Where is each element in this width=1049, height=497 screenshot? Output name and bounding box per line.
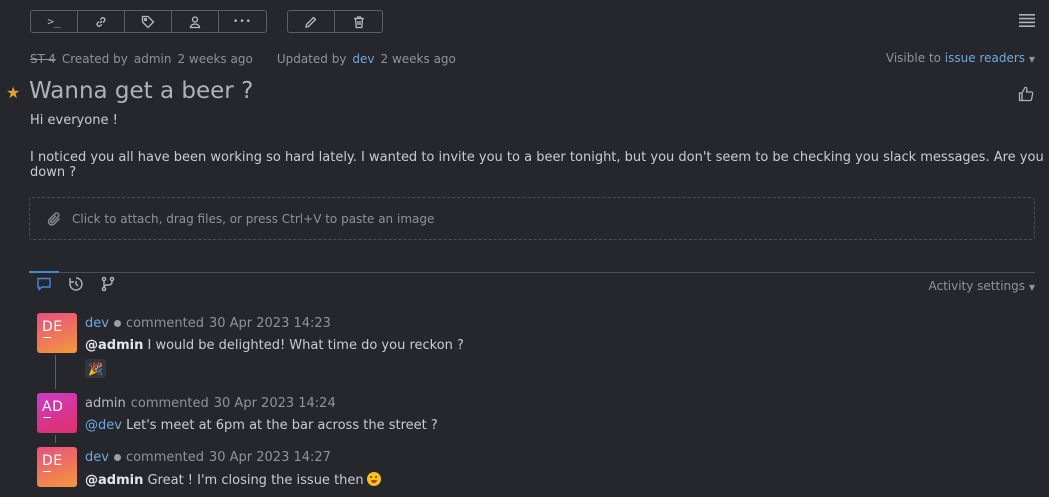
created-when: 2 weeks ago (177, 52, 253, 66)
avatar-underline (43, 337, 51, 338)
assign-user-button[interactable] (172, 11, 219, 32)
command-button[interactable]: >_ (31, 11, 78, 32)
avatar-initials: DE (42, 453, 63, 469)
avatar-initials: DE (42, 319, 63, 335)
chevron-down-icon: ▼ (1028, 283, 1035, 292)
actions-group: >_ ••• (30, 10, 267, 33)
delete-icon (353, 15, 364, 28)
comment-time[interactable]: 30 Apr 2023 14:23 (209, 316, 331, 331)
active-tab-indicator (29, 271, 59, 273)
more-button[interactable]: ••• (219, 11, 266, 32)
thread-line (55, 435, 56, 443)
comment-time[interactable]: 30 Apr 2023 14:27 (209, 450, 331, 465)
avatar-underline (43, 471, 51, 472)
mention[interactable]: @dev (85, 418, 122, 433)
visibility-control[interactable]: Visible to issue readers ▼ (886, 51, 1035, 65)
thumbs-up-icon[interactable] (1018, 86, 1034, 102)
activity-settings-label: Activity settings (928, 279, 1026, 293)
comment-text: Great ! I'm closing the issue then (143, 473, 364, 488)
issue-toolbar: >_ ••• (30, 10, 383, 33)
star-icon[interactable]: ★ (6, 83, 20, 102)
edit-group (287, 10, 383, 33)
attachment-dropzone[interactable]: Click to attach, drag files, or press Ct… (29, 197, 1035, 240)
vcs-tab-icon[interactable] (100, 276, 116, 292)
created-label: Created by (61, 52, 128, 66)
issue-meta: ST-4 Created by admin 2 weeks ago Update… (30, 52, 456, 66)
description-line: I noticed you all have been working so h… (30, 150, 1044, 180)
history-tab-icon[interactable] (68, 276, 84, 292)
reaction-emoji: 🎉 (88, 361, 103, 376)
comment-body: @admin I would be delighted! What time d… (85, 338, 464, 353)
tongue-emoji-icon (366, 472, 381, 486)
comments-tab-icon[interactable] (36, 276, 52, 292)
mention[interactable]: @admin (85, 473, 143, 488)
more-icon: ••• (233, 16, 252, 27)
activity-settings-button[interactable]: Activity settings ▼ (928, 279, 1035, 293)
updated-by[interactable]: dev (352, 52, 374, 66)
updated-label: Updated by (276, 52, 347, 66)
comment-author[interactable]: dev (85, 316, 109, 331)
avatar[interactable]: DE (37, 313, 77, 353)
avatar-underline (43, 417, 51, 418)
visible-value[interactable]: issue readers (945, 51, 1025, 65)
tag-button[interactable] (125, 11, 172, 32)
comment-header: dev commented 30 Apr 2023 14:27 (85, 450, 331, 465)
comment-body: @admin Great ! I'm closing the issue the… (85, 472, 381, 488)
comment-action: commented (130, 396, 209, 411)
reaction-party-icon[interactable]: 🎉 (85, 359, 106, 378)
comment-text: Let's meet at 6pm at the bar across the … (121, 418, 438, 433)
thread-line (55, 355, 56, 389)
comment-text: I would be delighted! What time do you r… (143, 338, 464, 353)
description-line: Hi everyone ! (30, 113, 118, 128)
edit-button[interactable] (288, 11, 335, 32)
avatar[interactable]: AD (37, 393, 77, 433)
edit-icon (305, 16, 317, 28)
comment-action: commented (125, 316, 204, 331)
user-icon (189, 15, 201, 28)
issue-id[interactable]: ST-4 (30, 52, 56, 66)
tag-icon (141, 15, 155, 28)
link-issue-button[interactable] (78, 11, 125, 32)
comment-body: @dev Let's meet at 6pm at the bar across… (85, 418, 438, 433)
menu-icon[interactable] (1019, 14, 1035, 27)
link-icon (96, 16, 106, 27)
comment-time[interactable]: 30 Apr 2023 14:24 (214, 396, 336, 411)
comment-header: dev commented 30 Apr 2023 14:23 (85, 316, 331, 331)
attach-hint: Click to attach, drag files, or press Ct… (72, 211, 435, 226)
issue-title[interactable]: Wanna get a beer ? (29, 78, 253, 104)
avatar[interactable]: DE (37, 447, 77, 487)
chevron-down-icon: ▼ (1028, 55, 1035, 64)
visible-label: Visible to (885, 51, 941, 65)
avatar-initials: AD (42, 399, 64, 415)
comment-header: admin commented 30 Apr 2023 14:24 (85, 396, 336, 411)
updated-when: 2 weeks ago (380, 52, 456, 66)
comment-author[interactable]: dev (85, 450, 109, 465)
terminal-icon: >_ (47, 15, 61, 28)
paperclip-icon (47, 211, 60, 226)
presence-dot-icon (113, 320, 121, 327)
presence-dot-icon (113, 454, 121, 461)
mention[interactable]: @admin (85, 338, 143, 353)
comment-author[interactable]: admin (85, 396, 126, 411)
created-by: admin (133, 52, 172, 66)
activity-divider (29, 272, 1035, 273)
delete-button[interactable] (335, 11, 382, 32)
comment-action: commented (125, 450, 204, 465)
